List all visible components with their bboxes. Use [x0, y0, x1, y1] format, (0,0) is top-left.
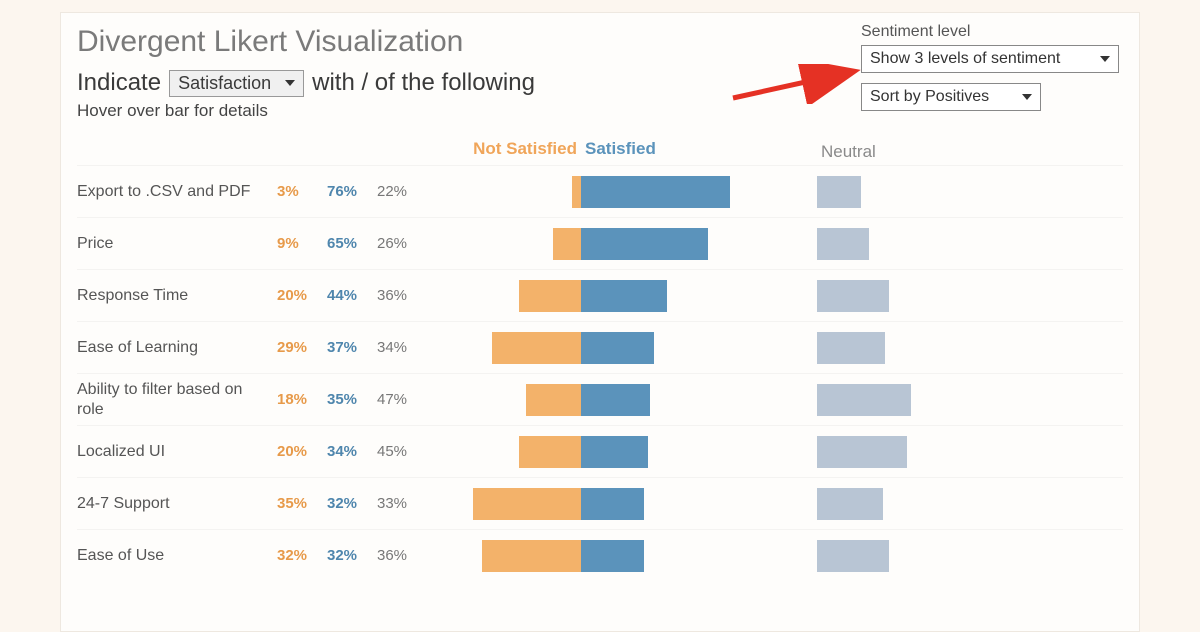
legend-neutral: Neutral [817, 142, 1017, 162]
neutral-bar[interactable] [817, 540, 1017, 572]
pct-positive: 34% [327, 443, 377, 460]
sentiment-level-value: Show 3 levels of sentiment [870, 50, 1060, 68]
pct-neutral: 26% [377, 235, 427, 252]
pct-positive: 37% [327, 339, 377, 356]
table-row: 24-7 Support35%32%33% [77, 477, 1123, 529]
diverging-bar[interactable] [427, 280, 777, 312]
subhead-after: with / of the following [312, 69, 535, 97]
likert-chart: Not SatisfiedSatisfied Neutral Export to .… [77, 139, 1123, 581]
row-label: Ease of Use [77, 546, 277, 565]
table-row: Response Time20%44%36% [77, 269, 1123, 321]
row-label: Ease of Learning [77, 338, 277, 357]
pct-positive: 65% [327, 235, 377, 252]
neutral-bar[interactable] [817, 176, 1017, 208]
neutral-bar[interactable] [817, 280, 1017, 312]
diverging-bar[interactable] [427, 540, 777, 572]
pct-positive: 76% [327, 183, 377, 200]
pct-neutral: 45% [377, 443, 427, 460]
metric-dropdown[interactable]: Satisfaction [169, 70, 304, 97]
table-row: Ease of Learning29%37%34% [77, 321, 1123, 373]
pct-negative: 35% [277, 495, 327, 512]
pct-neutral: 36% [377, 547, 427, 564]
diverging-bar[interactable] [427, 176, 777, 208]
subhead-before: Indicate [77, 69, 161, 97]
table-row: Localized UI20%34%45% [77, 425, 1123, 477]
row-label: Export to .CSV and PDF [77, 182, 277, 201]
neutral-bar[interactable] [817, 488, 1017, 520]
chevron-down-icon [285, 80, 295, 86]
pct-positive: 35% [327, 391, 377, 408]
pct-positive: 44% [327, 287, 377, 304]
pct-neutral: 36% [377, 287, 427, 304]
pct-negative: 32% [277, 547, 327, 564]
row-label: Response Time [77, 286, 277, 305]
row-label: Localized UI [77, 442, 277, 461]
legend-positive: Satisfied [581, 139, 777, 159]
diverging-bar[interactable] [427, 228, 777, 260]
pct-neutral: 34% [377, 339, 427, 356]
pct-neutral: 33% [377, 495, 427, 512]
diverging-bar[interactable] [427, 332, 777, 364]
pct-negative: 20% [277, 443, 327, 460]
pct-negative: 29% [277, 339, 327, 356]
table-row: Ease of Use32%32%36% [77, 529, 1123, 581]
neutral-bar[interactable] [817, 332, 1017, 364]
diverging-bar[interactable] [427, 436, 777, 468]
neutral-bar[interactable] [817, 384, 1017, 416]
pct-negative: 9% [277, 235, 327, 252]
legend-negative: Not Satisfied [427, 139, 581, 159]
sentiment-level-dropdown[interactable]: Show 3 levels of sentiment [861, 45, 1119, 73]
table-row: Ability to filter based on role18%35%47% [77, 373, 1123, 425]
pct-neutral: 47% [377, 391, 427, 408]
sort-value: Sort by Positives [870, 88, 989, 106]
chart-header: Not SatisfiedSatisfied Neutral [77, 139, 1123, 165]
diverging-bar[interactable] [427, 488, 777, 520]
pct-negative: 20% [277, 287, 327, 304]
pct-neutral: 22% [377, 183, 427, 200]
chevron-down-icon [1022, 94, 1032, 100]
chevron-down-icon [1100, 56, 1110, 62]
row-label: Ability to filter based on role [77, 380, 277, 418]
pct-negative: 18% [277, 391, 327, 408]
diverging-bar[interactable] [427, 384, 777, 416]
row-label: 24-7 Support [77, 494, 277, 513]
row-label: Price [77, 234, 277, 253]
metric-value: Satisfaction [178, 73, 271, 94]
neutral-bar[interactable] [817, 436, 1017, 468]
pct-positive: 32% [327, 547, 377, 564]
table-row: Price9%65%26% [77, 217, 1123, 269]
controls-top: Sentiment level Show 3 levels of sentime… [861, 23, 1121, 111]
table-row: Export to .CSV and PDF3%76%22% [77, 165, 1123, 217]
sentiment-level-label: Sentiment level [861, 23, 1121, 41]
pct-positive: 32% [327, 495, 377, 512]
sort-dropdown[interactable]: Sort by Positives [861, 83, 1041, 111]
dashboard-panel: Divergent Likert Visualization Sentiment… [60, 12, 1140, 632]
neutral-bar[interactable] [817, 228, 1017, 260]
pct-negative: 3% [277, 183, 327, 200]
